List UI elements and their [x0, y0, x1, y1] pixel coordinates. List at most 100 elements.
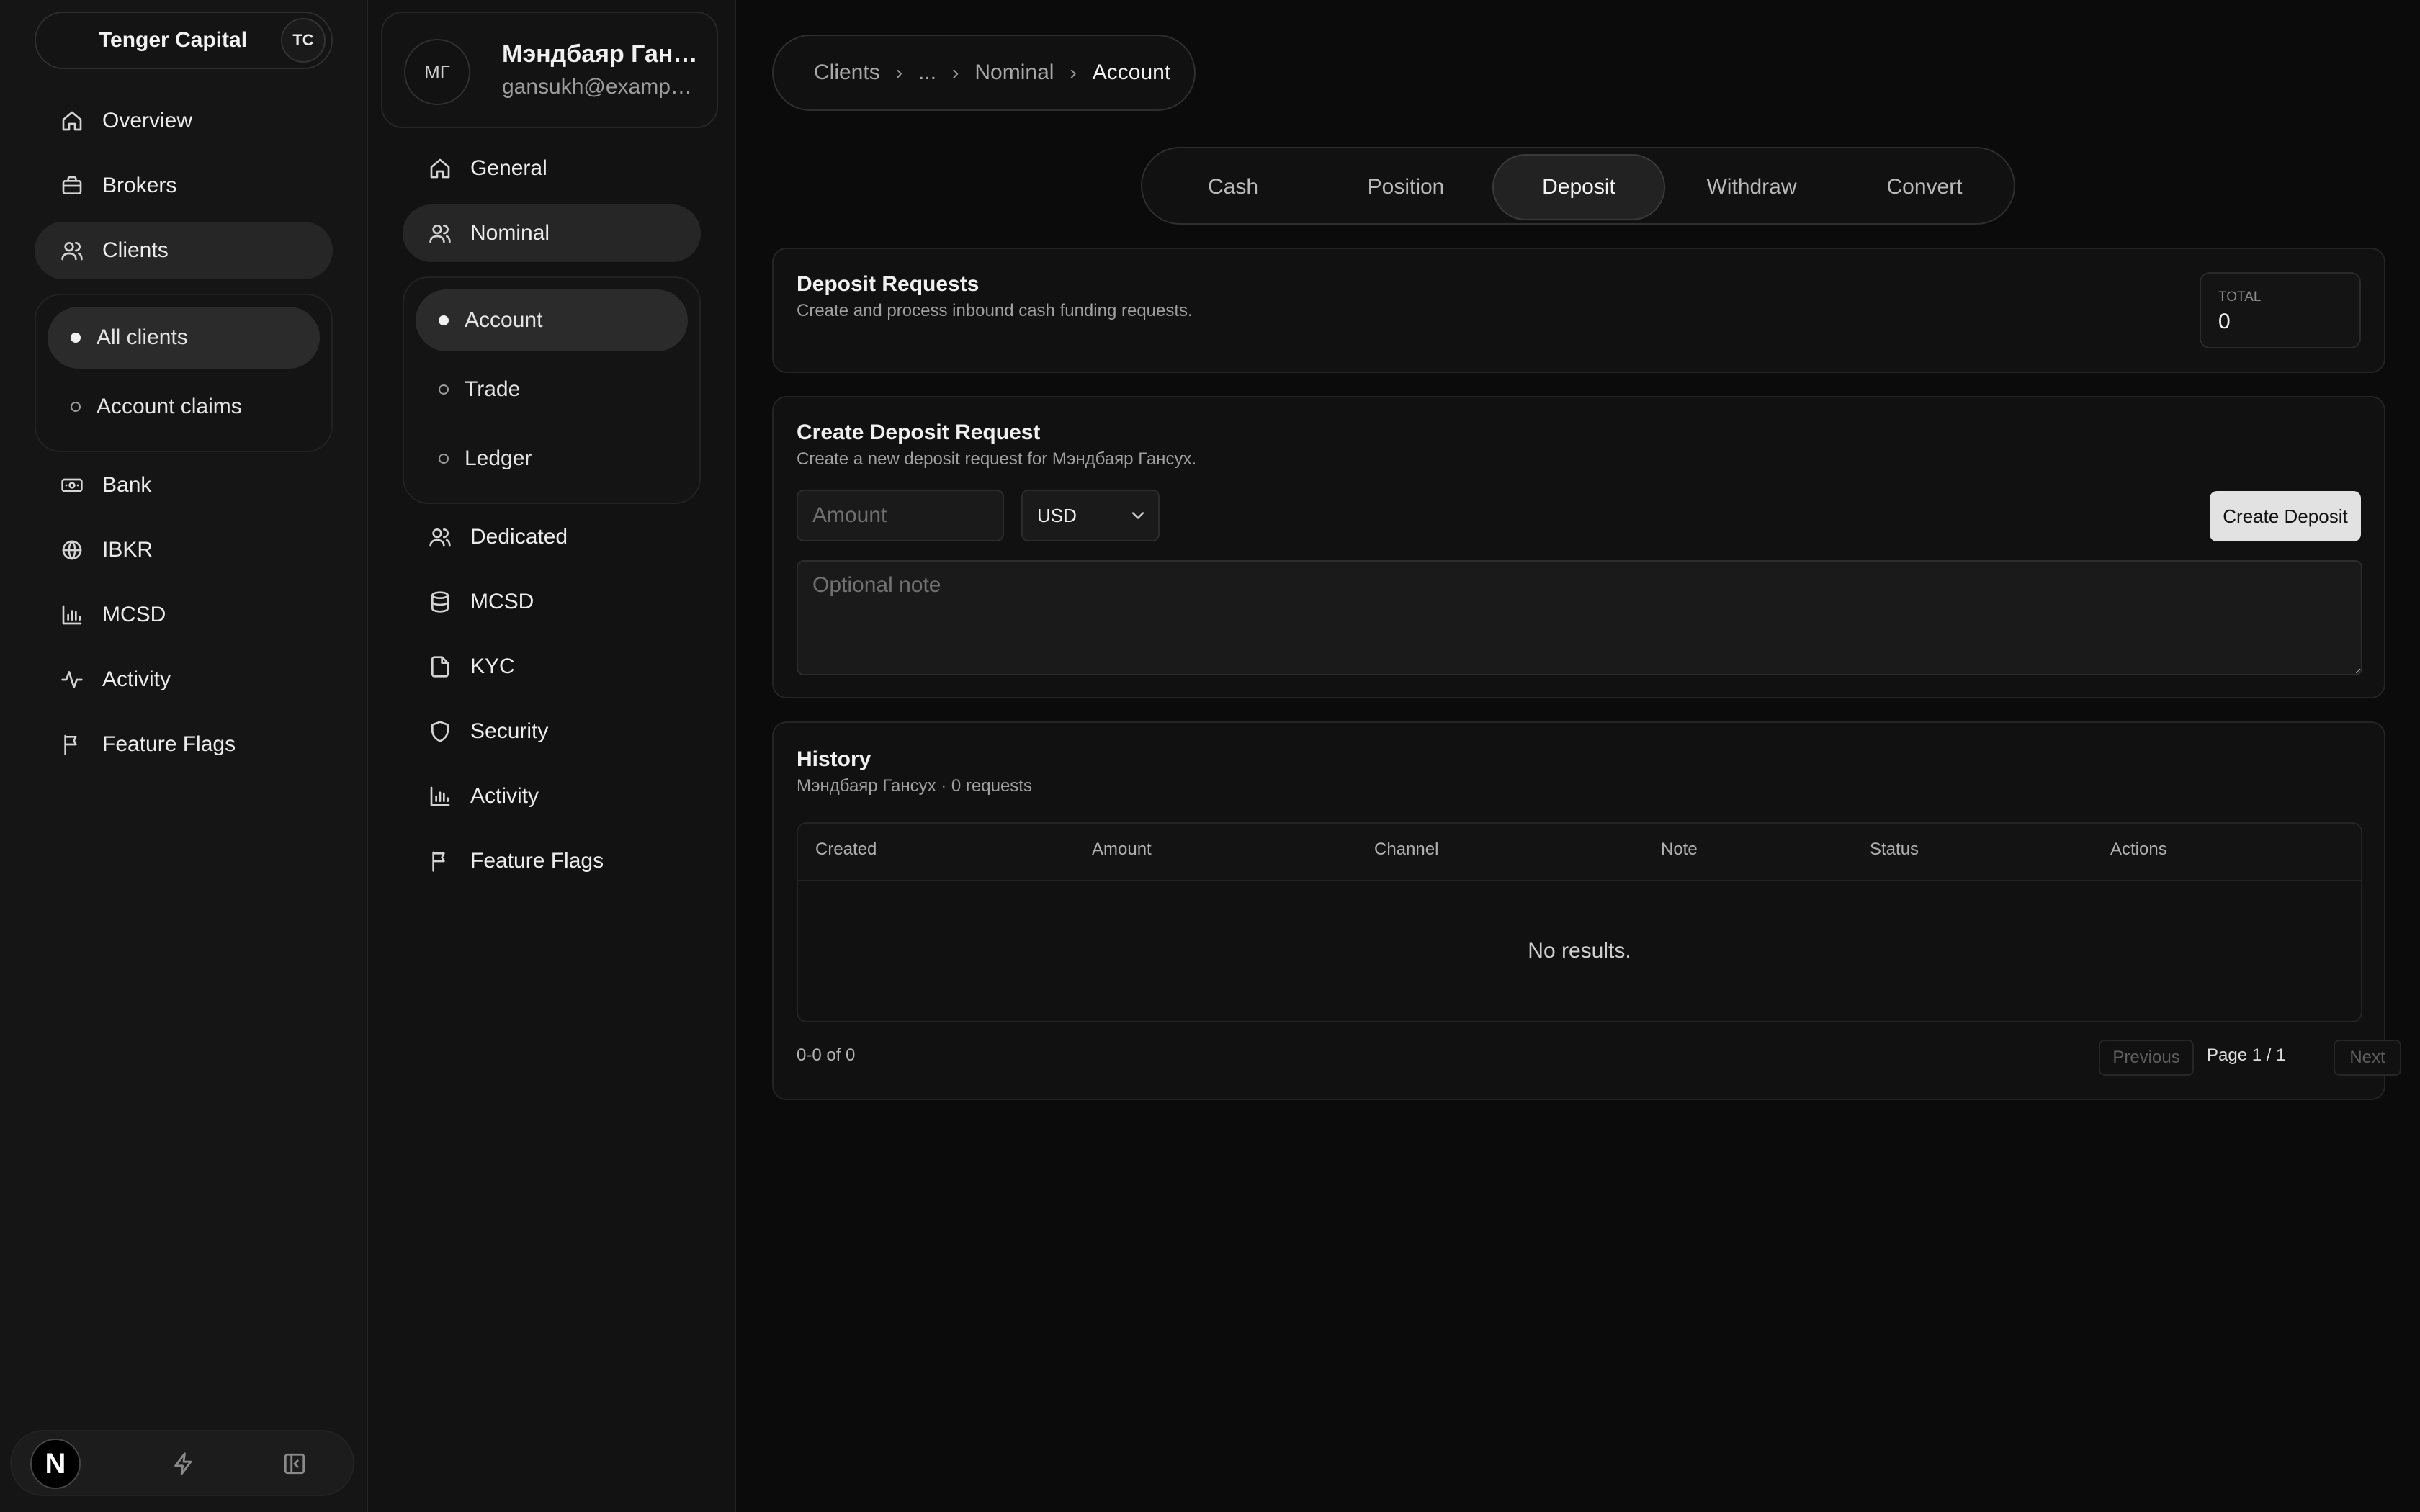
column-header[interactable]: Actions	[2110, 840, 2167, 860]
client-nav-label: Activity	[470, 784, 539, 808]
org-badge: TC	[281, 18, 326, 63]
sidebar-item-bank[interactable]: Bank	[35, 456, 333, 514]
bar-chart-icon	[62, 605, 82, 625]
client-nav-nominal[interactable]: Nominal	[403, 204, 701, 262]
card-description: Create a new deposit request for Мэндбая…	[797, 449, 1197, 469]
flag-icon	[64, 734, 77, 755]
banknote-icon	[61, 478, 83, 492]
create-deposit-card: Create Deposit Request Create a new depo…	[772, 396, 2385, 698]
submenu-item-label: Ledger	[465, 446, 532, 470]
client-nav-label: KYC	[470, 654, 515, 678]
column-header[interactable]: Amount	[1092, 840, 1152, 860]
flag-icon	[432, 851, 445, 872]
users-icon	[429, 225, 451, 243]
active-dot	[439, 315, 449, 325]
previous-page-button[interactable]: Previous	[2099, 1040, 2194, 1076]
column-header[interactable]: Status	[1870, 840, 1919, 860]
column-header[interactable]: Note	[1661, 840, 1698, 860]
card-description: Create and process inbound cash funding …	[797, 301, 1193, 320]
sidebar-footer: N	[10, 1430, 354, 1496]
client-nav-label: MCSD	[470, 590, 534, 613]
client-nav-feature-flags[interactable]: Feature Flags	[403, 832, 701, 890]
currency-select[interactable]: USD	[1021, 490, 1160, 541]
inactive-dot	[439, 454, 449, 464]
client-profile-card[interactable]: МГ Мэндбаяр Гансух gansukh@example.com	[381, 12, 718, 128]
app-sidebar: Tenger Capital TC Overview Brokers Clien…	[0, 0, 368, 1512]
sidebar-item-label: Feature Flags	[102, 732, 236, 756]
tab-convert[interactable]: Convert	[1838, 154, 2011, 220]
client-nav-mcsd[interactable]: MCSD	[403, 573, 701, 631]
submenu-item-label: Account claims	[97, 395, 242, 418]
client-nav-kyc[interactable]: KYC	[403, 638, 701, 696]
shield-icon	[431, 721, 449, 742]
client-nav-general[interactable]: General	[403, 140, 701, 197]
tab-cash[interactable]: Cash	[1147, 154, 1319, 220]
file-icon	[431, 656, 449, 678]
bar-chart-icon	[430, 786, 450, 806]
tab-deposit[interactable]: Deposit	[1492, 154, 1665, 220]
account-tabs: Cash Position Deposit Withdraw Convert	[1141, 147, 2015, 225]
column-header[interactable]: Created	[815, 840, 877, 860]
tab-position[interactable]: Position	[1319, 154, 1492, 220]
currency-value: USD	[1037, 504, 1077, 526]
sidebar-item-feature-flags[interactable]: Feature Flags	[35, 716, 333, 773]
client-nav: МГ Мэндбаяр Гансух gansukh@example.com G…	[368, 0, 736, 1512]
amount-input[interactable]	[797, 490, 1004, 541]
submenu-item-label: Account	[465, 308, 543, 332]
chevron-right-icon: ›	[1070, 61, 1077, 84]
client-nav-dedicated[interactable]: Dedicated	[403, 508, 701, 566]
breadcrumb-clients[interactable]: Clients	[814, 60, 880, 85]
breadcrumb: Clients › ... › Nominal › Account	[772, 35, 1196, 111]
sidebar-item-clients[interactable]: Clients	[35, 222, 333, 279]
sidebar-item-ibkr[interactable]: IBKR	[35, 521, 333, 579]
next-page-button[interactable]: Next	[2334, 1040, 2401, 1076]
sidebar-item-activity[interactable]: Activity	[35, 651, 333, 708]
history-table: Created Amount Channel Note Status Actio…	[797, 822, 2362, 1022]
card-title: Create Deposit Request	[797, 420, 1041, 444]
sidebar-toggle-icon[interactable]	[282, 1452, 307, 1476]
active-dot	[71, 333, 81, 343]
sidebar-item-label: Activity	[102, 667, 171, 691]
total-value: 0	[2218, 310, 2231, 333]
create-deposit-button[interactable]: Create Deposit	[2210, 491, 2361, 541]
card-title: History	[797, 747, 871, 771]
empty-state: No results.	[1528, 939, 1631, 963]
sidebar-item-label: Bank	[102, 473, 152, 497]
breadcrumb-nominal[interactable]: Nominal	[974, 60, 1054, 85]
submenu-item-account[interactable]: Account	[416, 289, 688, 351]
inactive-dot	[71, 402, 81, 412]
submenu-item-account-claims[interactable]: Account claims	[48, 376, 320, 438]
sidebar-item-mcsd[interactable]: MCSD	[35, 586, 333, 644]
avatar: МГ	[404, 39, 470, 105]
note-textarea[interactable]	[797, 560, 2362, 675]
lightning-icon[interactable]	[171, 1452, 196, 1476]
breadcrumb-ellipsis[interactable]: ...	[918, 60, 936, 85]
sidebar-item-brokers[interactable]: Brokers	[35, 157, 333, 215]
sidebar-item-label: MCSD	[102, 603, 166, 626]
database-icon	[431, 591, 449, 613]
client-nav-activity[interactable]: Activity	[403, 768, 701, 825]
client-nav-label: Security	[470, 719, 549, 743]
page-indicator: Page 1 / 1	[2207, 1045, 2286, 1065]
column-header[interactable]: Channel	[1374, 840, 1438, 860]
org-name: Tenger Capital	[98, 28, 248, 52]
submenu-item-all-clients[interactable]: All clients	[48, 307, 320, 369]
sidebar-item-overview[interactable]: Overview	[35, 92, 333, 150]
dev-logo-button[interactable]: N	[30, 1439, 81, 1489]
users-icon	[429, 528, 451, 547]
tab-withdraw[interactable]: Withdraw	[1665, 154, 1838, 220]
home-icon	[430, 158, 450, 179]
client-nav-label: General	[470, 156, 547, 180]
main-content: Clients › ... › Nominal › Account Cash P…	[736, 0, 2420, 1512]
briefcase-icon	[62, 176, 82, 194]
org-switcher[interactable]: Tenger Capital TC	[35, 12, 333, 69]
submenu-item-trade[interactable]: Trade	[416, 359, 688, 420]
sidebar-item-label: Clients	[102, 238, 169, 262]
sidebar-item-label: Brokers	[102, 174, 177, 197]
pagination-range: 0-0 of 0	[797, 1045, 856, 1065]
client-nav-label: Dedicated	[470, 525, 568, 549]
client-nav-security[interactable]: Security	[403, 703, 701, 760]
submenu-item-ledger[interactable]: Ledger	[416, 428, 688, 490]
history-card: History Мэндбаяр Гансух · 0 requests Cre…	[772, 721, 2401, 1100]
chevron-right-icon: ›	[952, 61, 959, 84]
